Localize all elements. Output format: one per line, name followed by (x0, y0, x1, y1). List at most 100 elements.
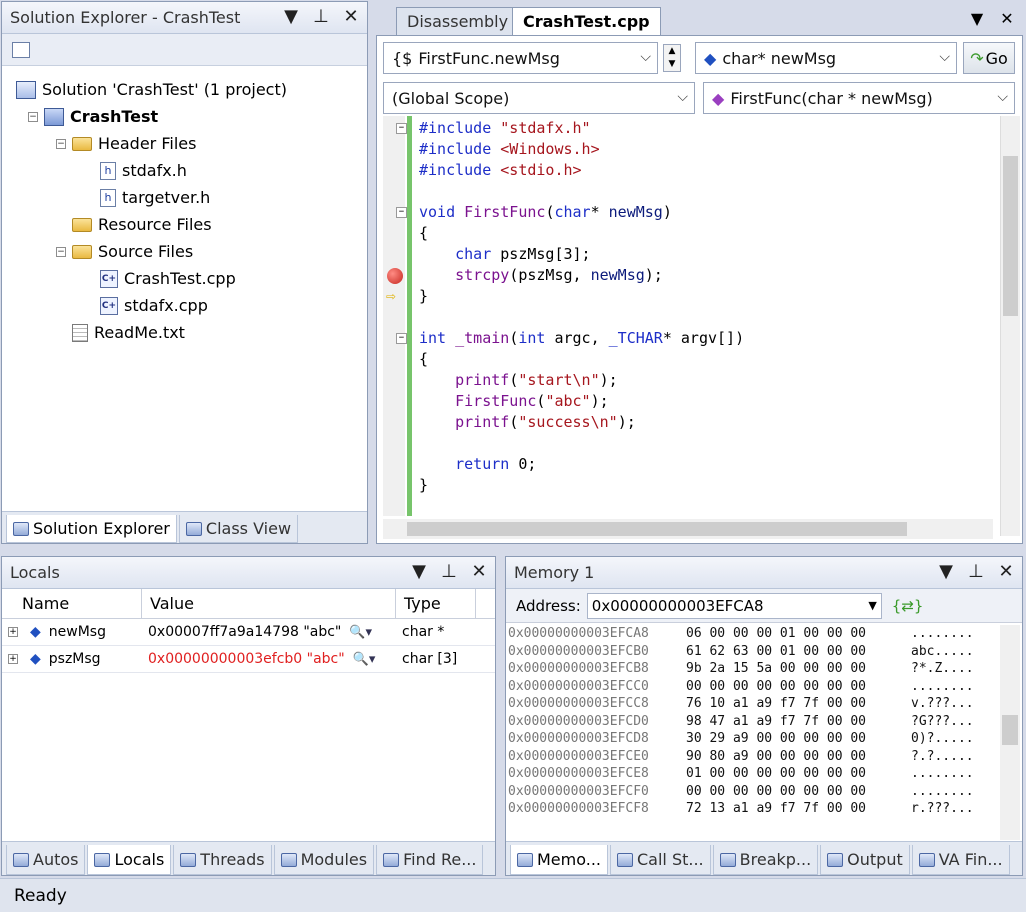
expander-icon[interactable]: − (56, 246, 66, 257)
memory-ascii: r.???... (911, 801, 974, 816)
memory-vertical-scrollbar[interactable] (1000, 625, 1020, 840)
column-type[interactable]: Type (396, 589, 476, 618)
tab-find-re[interactable]: Find Re... (376, 845, 484, 875)
tab-icon (383, 852, 400, 867)
tab-threads[interactable]: Threads (173, 845, 272, 875)
tab-class-view[interactable]: Class View (178, 515, 299, 543)
go-button[interactable]: ↷ Go (963, 42, 1015, 74)
dropdown-arrow-icon[interactable]: ▼ (967, 9, 987, 28)
memory-row: 0x00000000003EFCD0 98 47 a1 a9 f7 7f 00 0… (506, 713, 996, 731)
reevaluate-icon[interactable]: {⇄} (892, 597, 924, 615)
collapse-icon[interactable]: − (396, 207, 407, 218)
scroll-thumb[interactable] (407, 522, 907, 536)
breakpoint-gutter[interactable] (383, 116, 405, 516)
table-row[interactable]: + ◆ pszMsg 0x00000000003efcb0 "abc" 🔍▾ char [… (2, 646, 495, 673)
expander-icon[interactable]: − (56, 138, 66, 149)
tree-item[interactable]: C+ CrashTest.cpp (2, 265, 367, 292)
spin-button[interactable]: ▲ ▼ (663, 44, 681, 72)
tab-output[interactable]: Output (820, 845, 910, 875)
pin-icon[interactable]: ⊥ (966, 561, 986, 582)
text-file-icon (72, 323, 88, 342)
tab-modules[interactable]: Modules (273, 845, 375, 875)
current-statement-arrow-icon: ⇨ (386, 286, 396, 305)
editor-horizontal-scrollbar[interactable] (383, 519, 993, 539)
status-bar: Ready (0, 878, 1026, 912)
close-icon[interactable]: ✕ (996, 561, 1016, 582)
solution-explorer-title-bar: Solution Explorer - CrashTest ▼ ⊥ ✕ (2, 2, 367, 34)
tree-item[interactable]: h stdafx.h (2, 157, 367, 184)
document-tabs: Disassembly CrashTest.cpp ▼ ✕ (376, 1, 1023, 35)
expander-icon[interactable]: + (8, 627, 18, 637)
solution-explorer-tabbar: Solution Explorer Class View (2, 511, 367, 543)
tab-locals[interactable]: Locals (87, 845, 172, 875)
tree-item[interactable]: − CrashTest (2, 103, 367, 130)
scope-combo[interactable]: (Global Scope) ⌵ (383, 82, 695, 114)
local-value-cell[interactable]: 0x00007ff7a9a14798 "abc" 🔍▾ (142, 619, 396, 645)
tree-item[interactable]: h targetver.h (2, 184, 367, 211)
code-token: pszMsg[3]; (500, 245, 591, 263)
pin-icon[interactable]: ⊥ (439, 561, 459, 582)
code-area[interactable]: #include "stdafx.h" #include <Windows.h> #… (383, 116, 1013, 516)
tree-item-label: Solution 'CrashTest' (1 project) (42, 80, 287, 99)
tab-icon (280, 852, 297, 867)
locals-title: Locals (10, 563, 60, 582)
editor-pane: Disassembly CrashTest.cpp ▼ ✕ {$ FirstFu… (376, 1, 1023, 544)
column-name[interactable]: Name (2, 589, 142, 618)
tree-item[interactable]: Resource Files (2, 211, 367, 238)
expander-icon[interactable]: − (28, 111, 38, 122)
tab-autos[interactable]: Autos (6, 845, 86, 875)
breakpoint-icon[interactable] (387, 268, 403, 284)
properties-icon[interactable] (12, 41, 30, 58)
close-icon[interactable]: ✕ (341, 6, 361, 27)
tab-disassembly[interactable]: Disassembly (396, 7, 520, 35)
scroll-thumb[interactable] (1002, 715, 1018, 745)
tab-breakp[interactable]: Breakp... (712, 845, 819, 875)
tree-item[interactable]: Solution 'CrashTest' (1 project) (2, 76, 367, 103)
close-icon[interactable]: ✕ (469, 561, 489, 582)
tree-item[interactable]: − Header Files (2, 130, 367, 157)
local-value-cell[interactable]: 0x00000000003efcb0 "abc" 🔍▾ (142, 646, 396, 672)
tab-label: VA Fin... (938, 850, 1003, 869)
tab-label: Breakp... (739, 850, 812, 869)
dropdown-arrow-icon[interactable]: ▼ (936, 561, 956, 582)
scroll-thumb[interactable] (1003, 156, 1018, 316)
type-combo[interactable]: ◆ char* newMsg ⌵ (695, 42, 957, 74)
tree-item[interactable]: ReadMe.txt (2, 319, 367, 346)
tab-memo[interactable]: Memo... (510, 845, 608, 875)
tab-crashtest-cpp[interactable]: CrashTest.cpp (512, 7, 661, 35)
tab-solution-explorer[interactable]: Solution Explorer (6, 515, 177, 543)
tree-item[interactable]: − Source Files (2, 238, 367, 265)
chevron-down-icon: ⌵ (939, 49, 950, 65)
solution-icon (16, 80, 36, 99)
locals-header: Name Value Type (2, 589, 495, 619)
code-token: strcpy (419, 266, 510, 284)
memory-hex: 61 62 63 00 01 00 00 00 (686, 643, 867, 659)
dropdown-arrow-icon[interactable]: ▼ (409, 561, 429, 582)
member-combo[interactable]: {$ FirstFunc.newMsg ⌵ (383, 42, 658, 74)
tree-item[interactable]: C+ stdafx.cpp (2, 292, 367, 319)
collapse-icon[interactable]: − (396, 333, 407, 344)
tree-item-label: Resource Files (98, 215, 212, 234)
editor-vertical-scrollbar[interactable] (1000, 116, 1020, 536)
code-token: argc, (554, 329, 609, 347)
dropdown-arrow-icon[interactable]: ▼ (281, 6, 301, 27)
pin-icon[interactable]: ⊥ (311, 6, 331, 27)
magnifier-icon[interactable]: 🔍▾ (349, 625, 372, 640)
table-row[interactable]: + ◆ newMsg 0x00007ff7a9a14798 "abc" 🔍▾ char * (2, 619, 495, 646)
code-line: #include "stdafx.h" (419, 118, 591, 139)
address-input[interactable]: 0x00000000003EFCA8 ▼ (586, 592, 882, 619)
collapse-icon[interactable]: − (396, 123, 407, 134)
function-combo[interactable]: ◆ FirstFunc(char * newMsg) ⌵ (703, 82, 1015, 114)
memory-view[interactable]: 0x00000000003EFCA8 06 00 00 00 01 00 00 0… (506, 625, 996, 818)
code-token: newMsg (590, 266, 645, 284)
magnifier-icon[interactable]: 🔍▾ (353, 652, 376, 667)
tab-call-st[interactable]: Call St... (610, 845, 711, 875)
column-value[interactable]: Value (142, 589, 396, 618)
expander-icon[interactable]: + (8, 654, 18, 664)
chevron-down-icon[interactable]: ▼ (868, 599, 876, 612)
memory-row: 0x00000000003EFCF8 72 13 a1 a9 f7 7f 00 0… (506, 800, 996, 818)
code-token: FirstFunc (464, 203, 546, 221)
tab-va-fin[interactable]: VA Fin... (911, 845, 1010, 875)
tree-item-label: stdafx.h (122, 161, 187, 180)
close-icon[interactable]: ✕ (997, 9, 1017, 28)
